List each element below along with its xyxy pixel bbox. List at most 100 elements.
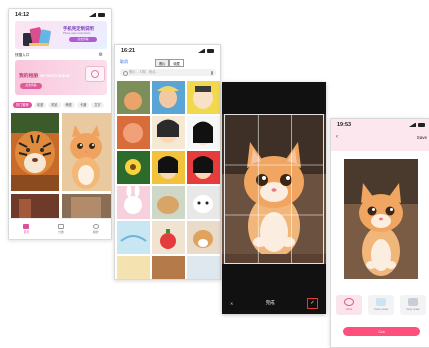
status-bar: 19:53 [331,119,429,130]
grid-icon [57,224,64,229]
wallpaper-grid [11,113,111,221]
tiger-image[interactable] [11,113,59,191]
battery-icon [418,122,425,127]
nav-home[interactable]: 首页 [23,224,30,234]
status-time: 16:21 [121,47,136,54]
wallpaper-thumb[interactable] [11,194,59,221]
signal-icon [89,12,96,17]
segment-favorites[interactable]: 收藏 [169,59,184,67]
tab-scenery[interactable]: 风景 [48,102,61,108]
nav-profile-label: 我的 [92,230,99,234]
quick-entry-label: 快捷入口 [15,53,30,57]
tab-cartoon[interactable]: 卡通 [76,102,90,108]
status-icons [89,12,105,17]
crop-grid-overlay[interactable] [224,114,324,264]
nav-profile[interactable]: 我的 [92,224,99,234]
battery-icon [98,12,105,17]
photo-thumb[interactable] [187,256,220,280]
status-time: 14:12 [15,11,30,18]
segmented-control: 照片 收藏 [155,59,184,67]
photo-thumb[interactable] [152,256,185,280]
edited-image [344,159,418,279]
camera-icon [85,66,105,82]
photo-thumb[interactable] [187,186,220,219]
phone-photo-picker: 16:21 取消 照片 收藏 照片、人物、地点... [114,44,221,280]
cancel-button[interactable]: 取消 [120,59,128,65]
microphone-icon[interactable] [211,70,213,75]
filter-color-label: Color scale [374,307,388,311]
photo-album-card[interactable]: 我的相册 MY PHOTO ALBUM 点击查看 [15,60,107,95]
gray-scale-icon [408,298,418,306]
crop-image[interactable] [222,114,326,264]
nav-category[interactable]: 分类 [57,224,64,234]
tab-text[interactable]: 文字 [91,102,104,108]
search-placeholder: 照片、人物、地点... [129,70,159,74]
photo-thumb[interactable] [152,151,185,184]
signal-icon [198,48,205,53]
photo-thumb[interactable] [187,81,220,114]
home-icon [23,224,30,229]
photo-thumb[interactable] [152,116,185,149]
save-button[interactable]: Save [417,135,427,140]
status-icons [198,48,214,53]
filter-original[interactable]: Ultrat [336,295,362,315]
filter-color-scale[interactable]: Color scale [368,295,394,315]
photo-thumb[interactable] [152,221,185,254]
status-icons [409,122,425,127]
status-time: 19:53 [337,121,352,128]
filter-original-label: Ultrat [345,307,353,311]
segment-photos[interactable]: 照片 [155,59,170,67]
tab-pets[interactable]: 萌宠 [62,102,75,108]
album-title: 我的相册 MY PHOTO ALBUM [19,72,69,79]
photo-thumb[interactable] [117,116,150,149]
photo-grid [117,81,220,280]
photo-thumb[interactable] [187,151,220,184]
nav-home-label: 首页 [23,230,30,234]
filter-options: Ultrat Color scale Gray scale [336,295,426,315]
phones-illustration-icon [23,27,51,46]
category-tabs: 热门推荐 动漫 风景 萌宠 卡通 文字 [13,102,111,110]
album-title-en: MY PHOTO ALBUM [40,74,70,78]
photo-thumb[interactable] [117,81,150,114]
photo-thumb[interactable] [187,116,220,149]
color-scale-icon [376,298,386,306]
album-view-button[interactable]: 点击查看 [20,83,42,89]
wallpaper-thumb[interactable] [62,194,111,221]
phone-crop-screen: ✕ 完成 ✓ [222,82,326,314]
phone-case-banner[interactable]: 手机壳定制说明 Phone case instructions 点击查看 [15,21,107,49]
settings-icon[interactable]: ⚙ [99,52,103,58]
signal-icon [409,122,416,127]
search-input[interactable]: 照片、人物、地点... [120,69,216,76]
photo-thumb[interactable] [152,186,185,219]
check-icon[interactable]: ✓ [306,297,318,309]
tab-hot[interactable]: 热门推荐 [13,102,32,108]
photo-thumb[interactable] [117,256,150,280]
phone-home-screen: 14:12 手机壳定制说明 Phone case instructions 点击… [8,8,112,240]
kitten-edited-image [344,159,418,279]
edit-header: 19:53 ‹ Save [331,119,429,151]
cut-button[interactable]: Cut [343,327,420,336]
photo-thumb[interactable] [117,151,150,184]
tab-anime[interactable]: 动漫 [33,102,47,108]
photo-thumb[interactable] [152,81,185,114]
back-icon[interactable]: ‹ [336,134,338,140]
photo-thumb[interactable] [117,185,150,219]
photo-thumb[interactable] [187,221,220,254]
kitten-image[interactable] [62,113,111,191]
status-bar: 16:21 [115,45,220,56]
original-filter-icon [344,298,354,306]
banner-subtitle: Phone case instructions [63,32,91,35]
battery-icon [207,48,214,53]
banner-view-button[interactable]: 点击查看 [69,37,97,42]
bottom-navigation: 首页 分类 我的 [9,218,111,239]
album-title-cn: 我的相册 [19,74,39,79]
nav-category-label: 分类 [58,230,64,234]
photo-thumb[interactable] [117,221,150,254]
done-label[interactable]: 完成 [266,300,275,306]
filter-gray-scale[interactable]: Gray scale [400,295,426,315]
phone-edit-screen: 19:53 ‹ Save Ultrat Color scale Gray sca… [330,118,429,348]
status-bar: 14:12 [9,9,111,20]
user-icon [92,224,99,229]
crop-toolbar: ✕ 完成 ✓ [222,292,326,314]
close-icon[interactable]: ✕ [230,301,233,306]
